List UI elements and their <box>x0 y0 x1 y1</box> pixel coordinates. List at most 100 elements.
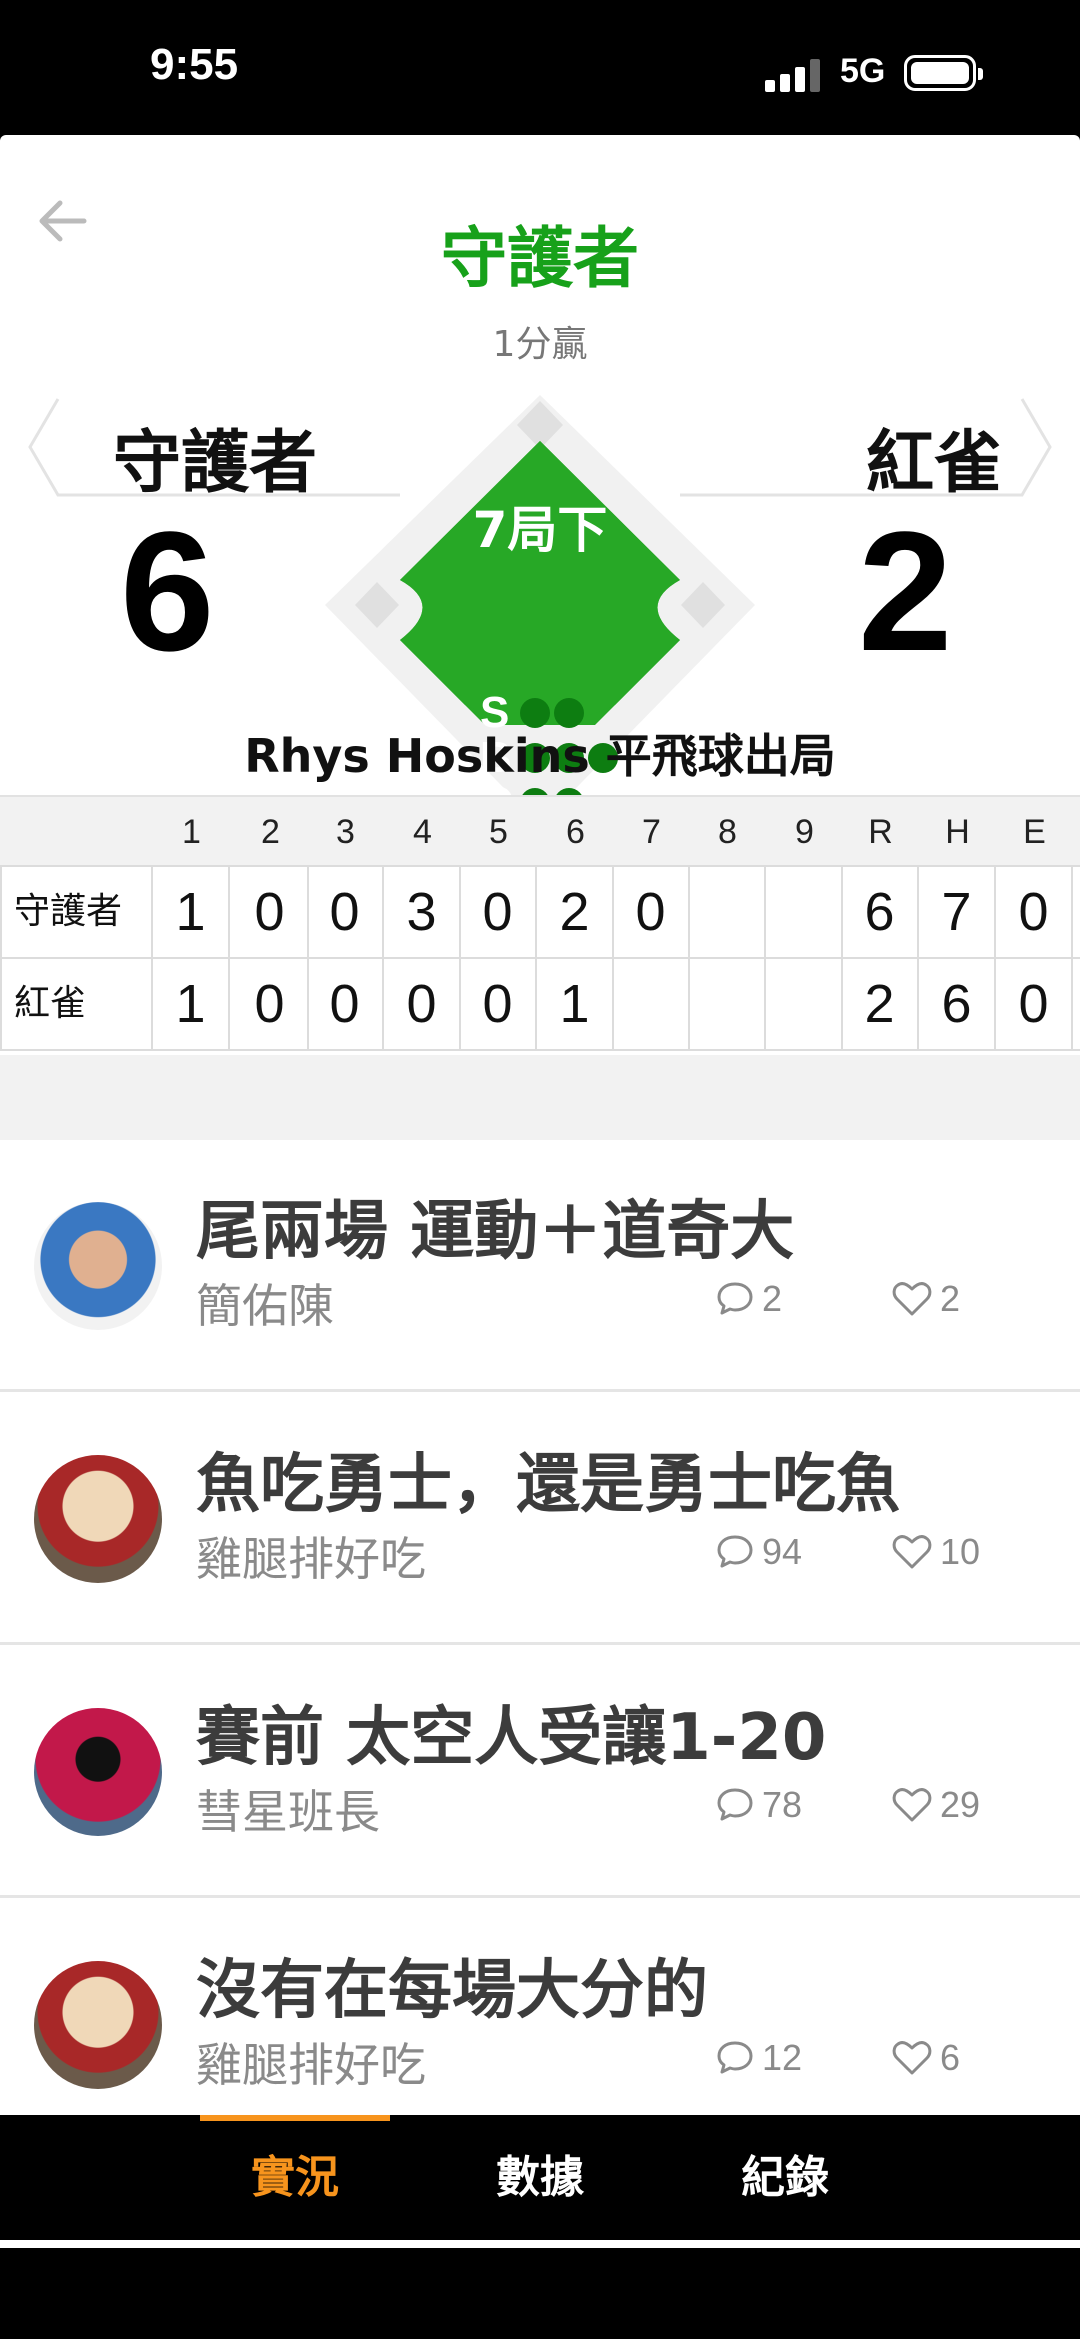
network-type: 5G <box>840 52 886 90</box>
line-score-row: 紅雀 1 0 0 0 0 1 2 6 0 <box>0 959 1080 1051</box>
line-score-cell: 7 <box>919 867 996 957</box>
line-score-header-cell: 5 <box>489 813 508 851</box>
comment-icon <box>717 1282 753 1315</box>
line-score-cell: 2 <box>842 959 919 1049</box>
line-score-cell <box>689 959 766 1049</box>
like-count-value: 6 <box>940 2037 961 2078</box>
signal-icon <box>765 58 823 92</box>
line-score-header: 1 2 3 4 5 6 7 8 9 R H E <box>0 795 1080 867</box>
comment-count[interactable]: 78 <box>716 1784 802 1826</box>
post-author: 簡佑陳 <box>196 1279 334 1333</box>
line-score-cell: 0 <box>384 959 461 1049</box>
comment-count-value: 94 <box>762 1531 803 1572</box>
line-score-cell <box>613 959 690 1049</box>
post-title: 沒有在每場大分的 <box>196 1954 708 2028</box>
line-score-cell: 0 <box>232 959 309 1049</box>
post-author: 雞腿排好吃 <box>196 2038 426 2092</box>
like-count-value: 2 <box>940 1278 961 1319</box>
home-indicator-area <box>0 2240 1080 2339</box>
like-count[interactable]: 6 <box>892 2037 960 2079</box>
section-divider <box>0 1055 1080 1140</box>
comment-count[interactable]: 94 <box>716 1531 802 1573</box>
game-result-subtitle: 1分贏 <box>492 324 588 365</box>
line-score-cell: 0 <box>307 867 384 957</box>
heart-icon <box>892 2041 932 2075</box>
last-play-description: Rhys Hoskins 平飛球出局 <box>244 729 836 783</box>
post-author: 彗星班長 <box>196 1785 380 1839</box>
post-item[interactable]: 尾兩場 運動＋道奇大簡佑陳 2 2 <box>0 1140 1080 1392</box>
comment-icon <box>717 1535 753 1568</box>
bottom-tab-bar: 實況 數據 紀錄 <box>0 2115 1080 2240</box>
line-score-cell <box>766 959 843 1049</box>
post-title: 賽前 太空人受讓1-20 <box>196 1701 827 1775</box>
post-item[interactable]: 沒有在每場大分的雞腿排好吃 12 6 <box>0 1899 1080 2115</box>
inning-indicator: 7局下 <box>472 501 608 559</box>
line-score-cell: 1 <box>153 867 230 957</box>
line-score-header-cell: 4 <box>413 813 432 851</box>
discussion-list: 尾兩場 運動＋道奇大簡佑陳 2 2 魚吃勇士，還是勇士吃魚雞腿排好吃 94 10 賽前 太空… <box>0 1140 1080 2115</box>
comment-count-value: 12 <box>762 2037 803 2078</box>
tab-1[interactable]: 數據 <box>445 2115 635 2240</box>
avatar[interactable] <box>34 1455 162 1583</box>
avatar[interactable] <box>34 1961 162 2089</box>
avatar[interactable] <box>34 1202 162 1330</box>
status-time: 9:55 <box>150 40 239 89</box>
line-score-cell: 0 <box>460 959 537 1049</box>
page-title: 守護者 <box>441 220 639 297</box>
tab-2[interactable]: 紀錄 <box>690 2115 880 2240</box>
scoreboard: 守護者 1分贏 守護者 紅雀 6 2 7局下 SBO Rhys Hoskins … <box>0 135 1080 1140</box>
line-score-cell: 0 <box>232 867 309 957</box>
line-score-row: 守護者 1 0 0 3 0 2 0 6 7 0 <box>0 867 1080 959</box>
line-score-header-cell: 3 <box>336 813 355 851</box>
line-score-header-cell: 6 <box>566 813 585 851</box>
line-score-cell: 0 <box>613 867 690 957</box>
line-score-team: 紅雀 <box>0 959 153 1049</box>
line-score-table: 123456789RHE 守護者 1 0 0 3 0 2 0 6 7 0 紅雀 1 0 0 0 0 1 2 6 0 <box>0 795 1080 1051</box>
line-score-cell: 6 <box>919 959 996 1049</box>
avatar[interactable] <box>34 1708 162 1836</box>
post-author: 雞腿排好吃 <box>196 1532 426 1586</box>
comment-count-value: 2 <box>762 1278 783 1319</box>
line-score-cell <box>766 867 843 957</box>
post-item[interactable]: 賽前 太空人受讓1-20 彗星班長 78 29 <box>0 1646 1080 1898</box>
line-score-header-cell: 8 <box>718 813 737 851</box>
line-score-header-cell: 7 <box>642 813 661 851</box>
line-score-cell: 0 <box>996 959 1073 1049</box>
line-score-header-cell: E <box>1023 813 1046 851</box>
line-score-header-cell: 9 <box>795 813 814 851</box>
tab-0[interactable]: 實況 <box>200 2115 390 2240</box>
comment-count[interactable]: 2 <box>716 1278 782 1320</box>
like-count[interactable]: 29 <box>892 1784 980 1826</box>
heart-icon <box>892 1788 932 1822</box>
status-bar: 9:55 5G <box>0 0 1080 135</box>
heart-icon <box>892 1535 932 1569</box>
line-score-team: 守護者 <box>0 867 153 957</box>
line-score-header-cell: 2 <box>261 813 280 851</box>
line-score-cell: 2 <box>537 867 614 957</box>
line-score-cell: 1 <box>153 959 230 1049</box>
line-score-cell: 0 <box>307 959 384 1049</box>
home-indicator <box>0 2240 1080 2248</box>
comment-icon <box>717 1788 753 1821</box>
like-count[interactable]: 2 <box>892 1278 960 1320</box>
line-score-cell: 0 <box>996 867 1073 957</box>
line-score-cell: 0 <box>460 867 537 957</box>
line-score-header-cell: R <box>868 813 893 851</box>
comment-icon <box>717 2041 753 2074</box>
battery-icon <box>904 55 983 91</box>
heart-icon <box>892 1282 932 1316</box>
line-score-header-cell: 1 <box>182 813 201 851</box>
line-score-header-cell: H <box>945 813 970 851</box>
line-score-cell: 3 <box>384 867 461 957</box>
like-count[interactable]: 10 <box>892 1531 980 1573</box>
post-title: 尾兩場 運動＋道奇大 <box>196 1195 795 1269</box>
post-item[interactable]: 魚吃勇士，還是勇士吃魚雞腿排好吃 94 10 <box>0 1393 1080 1645</box>
like-count-value: 29 <box>940 1784 981 1825</box>
comment-count[interactable]: 12 <box>716 2037 802 2079</box>
line-score-cell: 6 <box>842 867 919 957</box>
like-count-value: 10 <box>940 1531 981 1572</box>
post-title: 魚吃勇士，還是勇士吃魚 <box>196 1448 900 1522</box>
line-score-cell <box>689 867 766 957</box>
line-score-cell: 1 <box>537 959 614 1049</box>
comment-count-value: 78 <box>762 1784 803 1825</box>
